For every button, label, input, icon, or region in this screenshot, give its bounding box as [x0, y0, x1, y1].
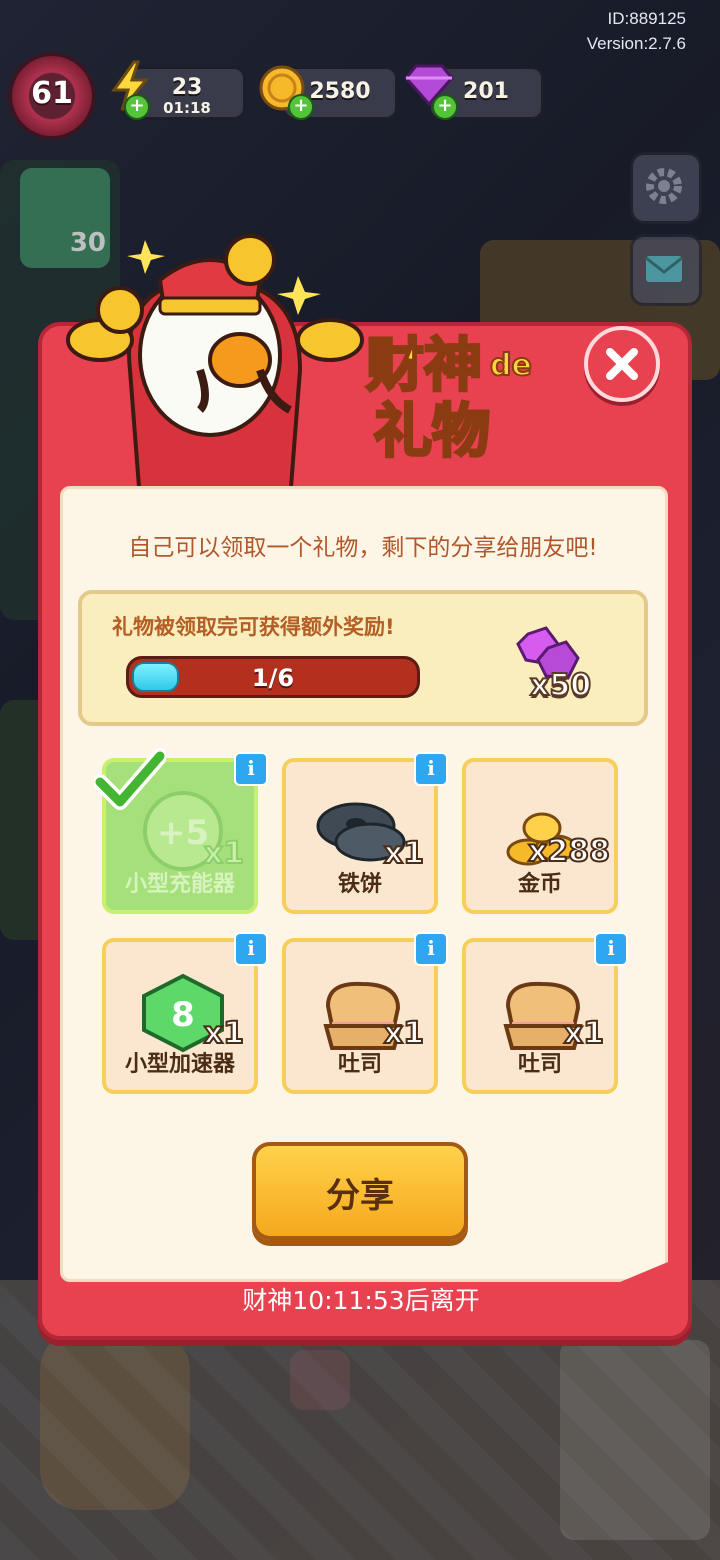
- info-button[interactable]: i: [234, 752, 268, 786]
- mail-icon: [645, 256, 683, 282]
- dialog-title: 财神 de 礼物: [364, 318, 576, 468]
- svg-text:+5: +5: [157, 813, 209, 853]
- player-id: ID:889125: [607, 9, 686, 28]
- gift-name: 铁饼: [337, 872, 382, 897]
- god-of-wealth-character: [60, 220, 370, 502]
- share-button[interactable]: 分享: [252, 1142, 468, 1240]
- version-label: Version:2.7.6: [586, 34, 686, 53]
- intro-text: 自己可以领取一个礼物，剩下的分享给朋友吧!: [128, 535, 598, 561]
- svg-text:8: 8: [171, 995, 195, 1035]
- bonus-label: 礼物被领取完可获得额外奖励!: [112, 615, 395, 639]
- gift-name: 小型加速器: [124, 1052, 235, 1077]
- departure-timer: 财神10:11:53后离开: [242, 1286, 480, 1315]
- add-energy-button[interactable]: +: [124, 94, 150, 120]
- gift-name: 吐司: [517, 1052, 562, 1077]
- title-de: de: [489, 347, 533, 384]
- close-button[interactable]: [584, 326, 660, 402]
- mail-button[interactable]: [630, 234, 702, 306]
- gift-qty: x288: [527, 833, 611, 870]
- gift-name: 小型充能器: [124, 872, 235, 897]
- player-level-badge[interactable]: 61: [12, 56, 92, 136]
- gift-name: 金币: [517, 872, 562, 897]
- gift-progress-text: 1/6: [251, 664, 295, 692]
- info-button[interactable]: i: [234, 932, 268, 966]
- claimed-check-icon: [92, 748, 168, 816]
- gear-icon: [646, 168, 682, 204]
- bonus-gem-count: x50: [529, 667, 592, 704]
- gift-name: 吐司: [337, 1052, 382, 1077]
- add-coins-button[interactable]: +: [288, 94, 314, 120]
- player-level: 61: [31, 76, 73, 111]
- title-line-2: 礼物: [372, 396, 491, 467]
- build-info: ID:889125 Version:2.7.6: [587, 6, 686, 56]
- info-button[interactable]: i: [594, 932, 628, 966]
- info-button[interactable]: i: [414, 752, 448, 786]
- gift-progress-bar: 1/6: [126, 656, 420, 698]
- info-button[interactable]: i: [414, 932, 448, 966]
- share-label: 分享: [326, 1176, 394, 1216]
- close-icon: [606, 348, 638, 380]
- add-gems-button[interactable]: +: [432, 94, 458, 120]
- gift-card-3[interactable]: x288 金币: [462, 758, 618, 914]
- settings-button[interactable]: [630, 152, 702, 224]
